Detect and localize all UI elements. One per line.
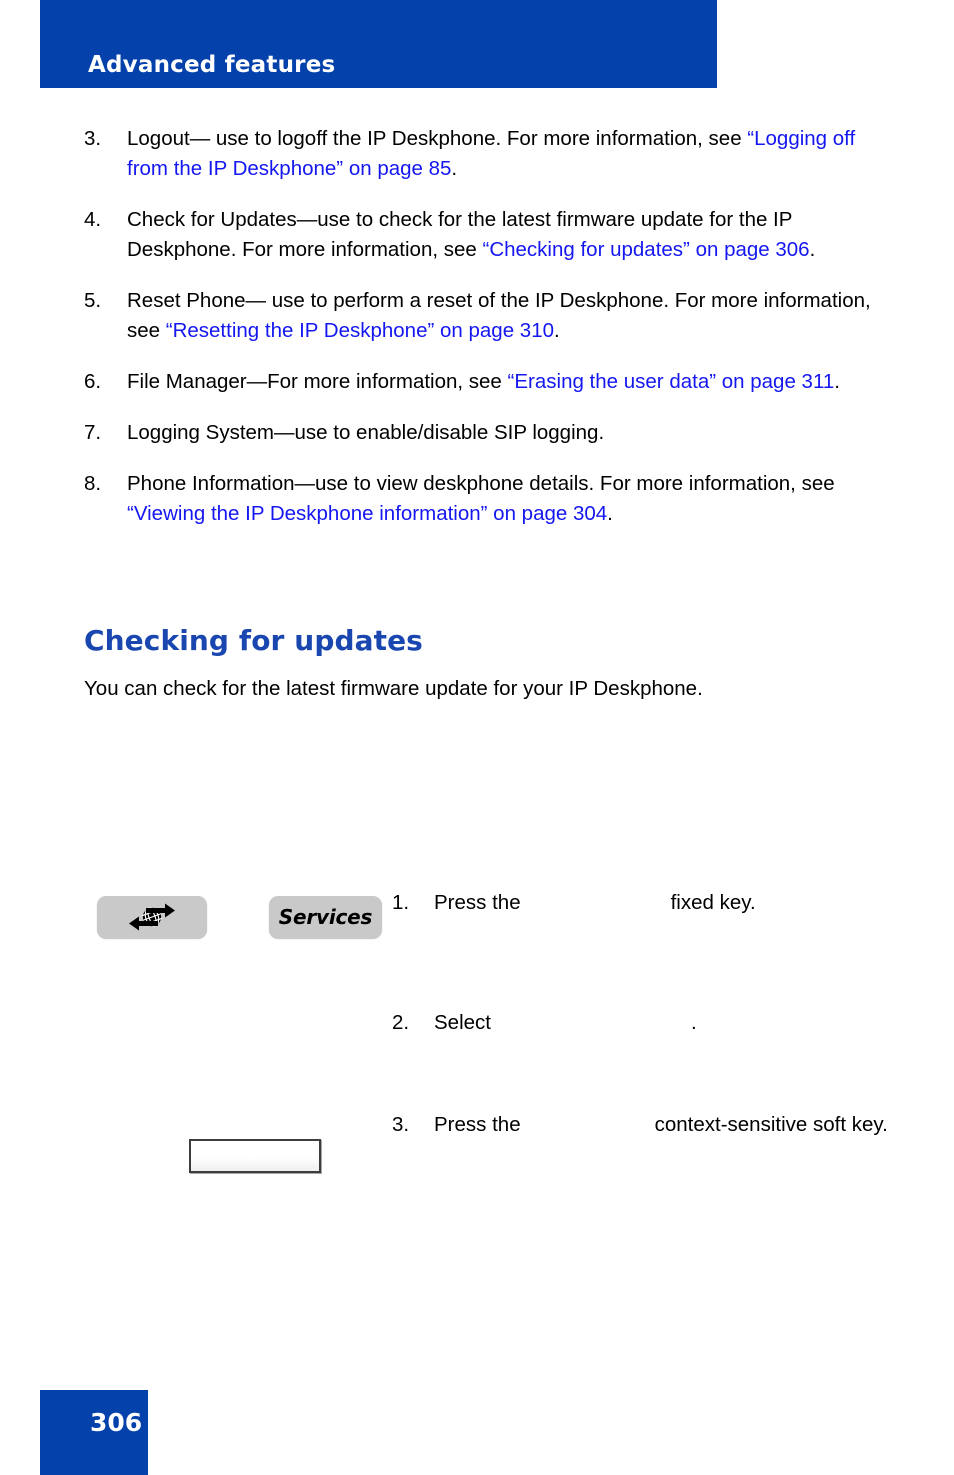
cross-reference-link[interactable]: “Erasing the user data” on page 311	[508, 370, 835, 393]
page-header-band: Advanced features	[40, 0, 717, 88]
section-intro-text: You can check for the latest firmware up…	[84, 676, 703, 700]
procedure-step-row: 2. Select.	[0, 908, 954, 1034]
list-item-number: 8.	[84, 472, 102, 495]
text-run: .	[834, 370, 840, 393]
list-item-text: Reset Phone— use to perform a reset of t…	[127, 289, 871, 342]
list-item-text: Logout— use to logoff the IP Deskphone. …	[127, 127, 855, 180]
text-run: Phone Information—use to view deskphone …	[127, 472, 835, 495]
text-run: Logout— use to logoff the IP Deskphone. …	[127, 127, 748, 150]
list-item-text: Check for Updates—use to check for the l…	[127, 208, 815, 261]
cross-reference-link[interactable]: “Viewing the IP Deskphone information” o…	[127, 502, 607, 525]
list-item: 6. File Manager—For more information, se…	[70, 367, 900, 397]
text-run: Logging System—use to enable/disable SIP…	[127, 421, 605, 444]
list-item: 4. Check for Updates—use to check for th…	[70, 205, 900, 265]
soft-key-graphic[interactable]	[189, 1139, 321, 1173]
list-item: 8. Phone Information—use to view deskpho…	[70, 469, 900, 529]
list-item: 5. Reset Phone— use to perform a reset o…	[70, 286, 900, 346]
text-run: .	[451, 157, 458, 180]
text-run: .	[607, 502, 613, 525]
procedure-step-text: 3. Press the context-sensitive soft key.	[392, 1110, 892, 1140]
section-heading: Checking for updates	[84, 624, 423, 658]
procedure-step-number: 3.	[392, 1113, 410, 1136]
page-number: 306	[90, 1408, 143, 1437]
cross-reference-link[interactable]: “Checking for updates” on page 306	[483, 238, 810, 261]
list-item-text: Logging System—use to enable/disable SIP…	[127, 421, 604, 444]
numbered-list: 3. Logout— use to logoff the IP Deskphon…	[70, 124, 900, 550]
list-item-number: 5.	[84, 289, 102, 312]
list-item-text: File Manager—For more information, see “…	[127, 370, 840, 393]
list-item-number: 3.	[84, 127, 102, 150]
text-run: .	[554, 319, 560, 342]
page-footer-band: 306	[40, 1390, 148, 1475]
cross-reference-link[interactable]: “Resetting the IP Deskphone” on page 310	[166, 319, 554, 342]
text-run: File Manager—For more information, see	[127, 370, 508, 393]
list-item: 7. Logging System—use to enable/disable …	[70, 418, 900, 448]
text-run: context-sensitive soft key.	[654, 1113, 888, 1136]
list-item-number: 6.	[84, 370, 102, 393]
list-item: 3. Logout— use to logoff the IP Deskphon…	[70, 124, 900, 184]
text-run: Press the	[434, 1113, 521, 1136]
list-item-number: 7.	[84, 421, 102, 444]
page-header-title: Advanced features	[88, 52, 336, 78]
procedure-step-body: Press the context-sensitive soft key.	[434, 1110, 892, 1140]
procedure-step-row: 3. Press the context-sensitive soft key.	[0, 993, 954, 1173]
list-item-text: Phone Information—use to view deskphone …	[127, 472, 835, 525]
text-run: .	[809, 238, 816, 261]
list-item-number: 4.	[84, 208, 102, 231]
procedure-step-row: Services 1. Press the fixed key.	[0, 788, 954, 938]
procedure-block: Services 1. Press the fixed key. 2. Selec…	[0, 788, 954, 1173]
